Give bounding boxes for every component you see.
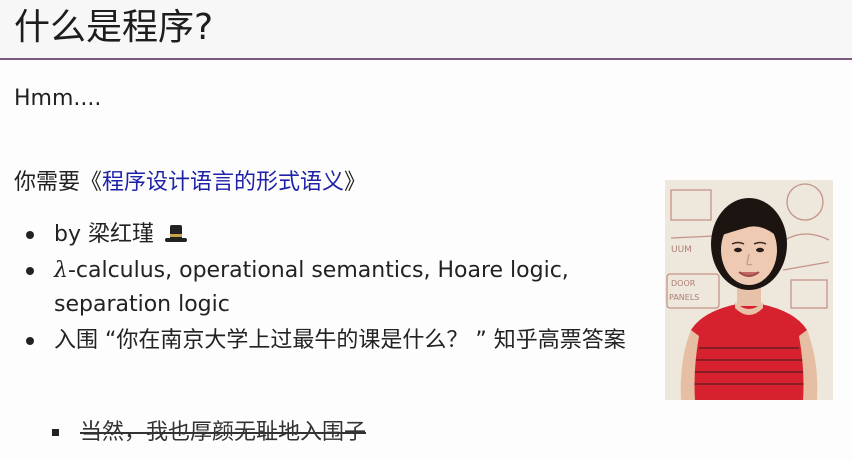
lambda-symbol: λ xyxy=(54,258,68,283)
bullet-item: λ-calculus, operational semantics, Hoare… xyxy=(24,254,644,322)
slide-title: 什么是程序? xyxy=(14,7,214,48)
recommendation-suffix: 》 xyxy=(344,170,367,195)
bullet-item: by 梁红瑾 xyxy=(24,218,644,252)
recommendation-prefix: 你需要《 xyxy=(14,170,103,195)
svg-text:PANELS: PANELS xyxy=(669,293,699,302)
sub-bullet: 当然，我也厚颜无耻地入围子 xyxy=(51,418,367,448)
bullet-item: 入围 “你在南京大学上过最牛的课是什么？ ” 知乎高票答案 xyxy=(24,324,644,358)
portrait-illustration: UUM DOOR PANELS xyxy=(665,180,833,400)
top-hat-icon xyxy=(164,225,187,243)
bullet-text: 入围 “你在南京大学上过最牛的课是什么？ ” 知乎高票答案 xyxy=(54,328,626,353)
book-title-link[interactable]: 程序设计语言的形式语义 xyxy=(102,170,344,195)
title-bar: 什么是程序? xyxy=(0,0,852,60)
svg-text:UUM: UUM xyxy=(671,245,692,255)
bullet-list: by 梁红瑾 λ-calculus, operational semantics… xyxy=(24,218,644,360)
struck-text: 当然，我也厚颜无耻地入围子 xyxy=(80,420,367,445)
recommendation-line: 你需要《程序设计语言的形式语义》 xyxy=(14,168,366,198)
svg-text:DOOR: DOOR xyxy=(671,279,696,288)
bullet-text: by 梁红瑾 xyxy=(54,222,154,247)
bullet-text: -calculus, operational semantics, Hoare … xyxy=(54,258,569,317)
portrait-photo: UUM DOOR PANELS xyxy=(665,180,833,400)
intro-line: Hmm.... xyxy=(14,86,102,111)
